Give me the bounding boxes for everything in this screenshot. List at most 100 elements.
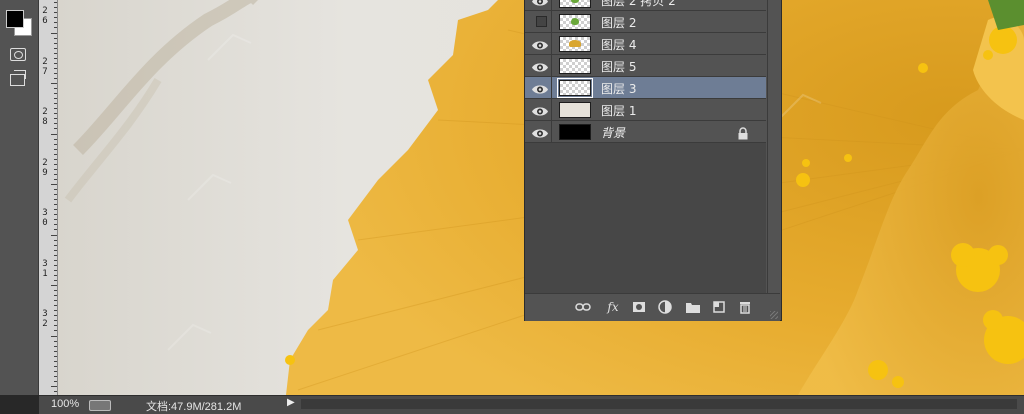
delete-layer-icon[interactable] — [737, 299, 753, 315]
ruler-tick — [54, 199, 57, 201]
ruler-tick — [54, 12, 57, 14]
layer-row[interactable]: 背景 — [525, 121, 766, 143]
eye-icon[interactable] — [531, 125, 549, 138]
ruler-tick — [54, 178, 57, 180]
layer-row[interactable]: 图层 2 — [525, 11, 766, 33]
layer-thumbnail[interactable] — [559, 58, 591, 74]
layer-thumbnail[interactable] — [559, 102, 591, 118]
new-layer-icon[interactable] — [711, 299, 727, 315]
layer-row[interactable]: 图层 2 拷贝 2 — [525, 0, 766, 11]
ruler-tick — [51, 184, 57, 185]
adjustment-layer-icon[interactable] — [657, 299, 673, 315]
ruler-tick — [54, 158, 57, 160]
row-divider — [551, 121, 552, 142]
layer-thumbnail[interactable] — [557, 78, 593, 98]
ruler-tick — [54, 168, 57, 170]
ruler-tick — [54, 350, 57, 352]
row-divider — [551, 0, 552, 10]
ruler-tick — [54, 320, 57, 322]
status-menu-arrow-icon[interactable]: ▶ — [287, 397, 295, 408]
eye-icon[interactable] — [531, 81, 549, 94]
visibility-toggle[interactable] — [536, 16, 547, 27]
layer-name[interactable]: 图层 5 — [601, 58, 636, 75]
ruler-tick — [54, 325, 57, 327]
ruler-label: 6 — [42, 16, 48, 26]
screen-mode-icon[interactable] — [10, 70, 26, 86]
layer-row[interactable]: 图层 4 — [525, 33, 766, 55]
horizontal-scrollbar[interactable] — [301, 399, 1017, 409]
zoom-level[interactable]: 100% — [51, 398, 79, 410]
layer-name[interactable]: 图层 3 — [601, 80, 636, 97]
layer-name[interactable]: 图层 2 — [601, 14, 636, 31]
quick-mask-icon[interactable] — [10, 48, 26, 61]
ruler-tick — [51, 335, 57, 337]
ruler-label: 2 — [42, 157, 48, 168]
ruler-tick — [54, 305, 57, 307]
add-mask-icon[interactable] — [631, 299, 647, 315]
ruler-tick — [54, 128, 57, 130]
layers-scrollbar[interactable] — [767, 0, 781, 293]
ruler-tick — [54, 269, 57, 271]
document-info: 文档:47.9M/281.2M — [146, 401, 242, 413]
ruler-tick — [54, 370, 57, 372]
ruler-tick — [54, 52, 57, 54]
ruler-tick — [54, 108, 57, 110]
ruler-tick — [51, 32, 57, 34]
ruler-tick — [54, 219, 57, 221]
eye-icon[interactable] — [531, 0, 549, 6]
ruler-label: 2 — [42, 107, 48, 117]
ruler-tick — [54, 27, 57, 29]
ruler-tick — [54, 375, 57, 377]
ruler-tick — [54, 57, 57, 59]
ruler-label: 9 — [42, 167, 48, 178]
ruler-tick — [54, 345, 57, 347]
ruler-label: 3 — [42, 258, 48, 269]
fx-icon[interactable]: fx — [605, 299, 621, 315]
layer-thumbnail[interactable] — [559, 124, 591, 140]
layers-panel: 图层 2 拷贝 2 图层 2 图层 4 图层 5 图层 3 图层 1 背景 fx — [524, 0, 782, 321]
link-layers-icon[interactable] — [575, 299, 591, 315]
layer-row[interactable]: 图层 3 — [525, 77, 766, 99]
ruler-tick — [54, 214, 57, 216]
ruler-tick — [54, 103, 57, 105]
ruler-tick — [54, 249, 57, 251]
ruler-tick — [54, 138, 57, 140]
thumbnail-content — [569, 40, 581, 47]
ruler-tick — [54, 67, 57, 69]
layer-name[interactable]: 图层 4 — [601, 36, 636, 53]
layer-row[interactable]: 图层 1 — [525, 99, 766, 121]
ruler-tick — [54, 340, 57, 342]
ruler-tick — [54, 77, 57, 79]
ruler-tick — [54, 2, 57, 4]
ruler-tick — [54, 72, 57, 74]
tools-panel — [0, 0, 39, 395]
layer-name[interactable]: 背景 — [601, 124, 625, 141]
eye-icon[interactable] — [531, 59, 549, 72]
row-divider — [551, 99, 552, 120]
eye-icon[interactable] — [531, 103, 549, 116]
ruler-label: 3 — [42, 309, 48, 319]
ruler-tick — [54, 173, 57, 175]
layer-name[interactable]: 图层 1 — [601, 102, 636, 119]
ruler-tick — [54, 189, 57, 191]
panel-resize-grip[interactable] — [770, 311, 778, 319]
eye-icon[interactable] — [531, 37, 549, 50]
ruler-tick — [54, 264, 57, 266]
ruler-tick — [54, 22, 57, 24]
ruler-tick — [54, 259, 57, 261]
foreground-color-swatch[interactable] — [6, 10, 24, 28]
ruler-tick — [54, 148, 57, 150]
ruler-tick — [54, 42, 57, 44]
ruler-tick — [54, 330, 57, 332]
layer-row[interactable]: 图层 5 — [525, 55, 766, 77]
ruler-tick — [54, 254, 57, 256]
layer-thumbnail[interactable] — [559, 36, 591, 52]
row-divider — [551, 77, 552, 98]
new-group-icon[interactable] — [685, 299, 701, 315]
layer-thumbnail[interactable] — [559, 14, 591, 30]
layer-name[interactable]: 图层 2 拷贝 2 — [601, 0, 676, 9]
lock-icon — [737, 125, 749, 140]
layer-thumbnail[interactable] — [559, 0, 591, 8]
ruler-tick — [54, 7, 57, 9]
ruler-tick — [51, 83, 57, 84]
